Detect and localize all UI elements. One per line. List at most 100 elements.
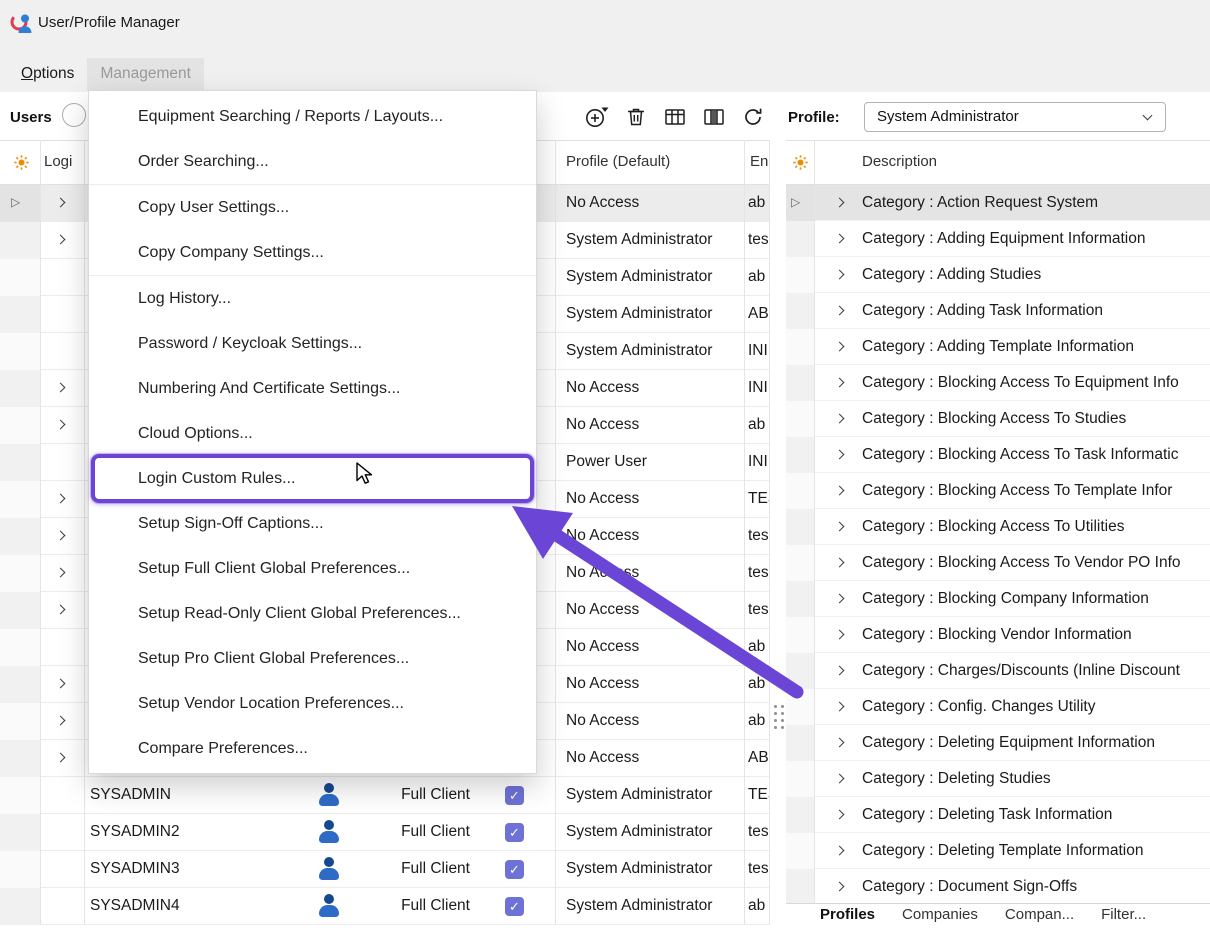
tree-row[interactable]: Category : Deleting Template Information [786, 833, 1210, 869]
expand-chevron-icon[interactable] [835, 270, 845, 280]
menu-item[interactable]: Setup Pro Client Global Preferences... [89, 636, 536, 681]
category-label: Category : Deleting Studies [862, 761, 1051, 796]
sun-settings-icon[interactable] [793, 155, 808, 175]
tree-row[interactable]: Category : Adding Template Information [786, 329, 1210, 365]
column-chooser-button[interactable] [701, 104, 727, 130]
expand-chevron-icon[interactable] [835, 558, 845, 568]
tab-compan[interactable]: Compan... [1005, 904, 1074, 933]
column-header-partial[interactable]: En [750, 153, 770, 170]
column-header-description[interactable]: Description [862, 153, 937, 170]
tree-row[interactable]: Category : Blocking Company Information [786, 581, 1210, 617]
expand-chevron-icon[interactable] [56, 679, 66, 689]
menu-options[interactable]: Options [8, 58, 87, 90]
menu-item[interactable]: Cloud Options... [89, 411, 536, 456]
tree-row[interactable]: Category : Blocking Access To Studies [786, 401, 1210, 437]
expand-chevron-icon[interactable] [835, 486, 845, 496]
menu-item[interactable]: Setup Read-Only Client Global Preference… [89, 591, 536, 636]
tree-row[interactable]: Category : Blocking Access To Vendor PO … [786, 545, 1210, 581]
tree-row[interactable]: Category : Deleting Studies [786, 761, 1210, 797]
tree-row[interactable]: Category : Blocking Vendor Information [786, 617, 1210, 653]
enabled-checkbox[interactable]: ✓ [505, 823, 524, 842]
tree-row[interactable]: Category : Adding Studies [786, 257, 1210, 293]
menu-item[interactable]: Setup Vendor Location Preferences... [89, 681, 536, 726]
refresh-button[interactable] [740, 104, 766, 130]
expand-chevron-icon[interactable] [835, 882, 845, 892]
menu-item[interactable]: Compare Preferences... [89, 726, 536, 771]
menu-item-highlighted[interactable]: Login Custom Rules... [89, 456, 536, 501]
tree-row[interactable]: Category : Deleting Task Information [786, 797, 1210, 833]
expand-chevron-icon[interactable] [56, 383, 66, 393]
enabled-checkbox[interactable]: ✓ [505, 897, 524, 916]
table-row[interactable]: SYSADMIN3Full Client✓System Administrato… [0, 851, 770, 888]
menu-management[interactable]: Management [87, 58, 203, 90]
menu-item[interactable]: Numbering And Certificate Settings... [89, 366, 536, 411]
tree-row[interactable]: Category : Blocking Access To Task Infor… [786, 437, 1210, 473]
expand-chevron-icon[interactable] [56, 716, 66, 726]
tab-profiles[interactable]: Profiles [820, 904, 875, 933]
tree-row[interactable]: Category : Adding Equipment Information [786, 221, 1210, 257]
expand-chevron-icon[interactable] [835, 198, 845, 208]
expand-chevron-icon[interactable] [835, 522, 845, 532]
expand-chevron-icon[interactable] [835, 666, 845, 676]
expand-chevron-icon[interactable] [835, 846, 845, 856]
menu-item[interactable]: Setup Sign-Off Captions... [89, 501, 536, 546]
table-row[interactable]: SYSADMIN2Full Client✓System Administrato… [0, 814, 770, 851]
tree-row[interactable]: Category : Deleting Equipment Informatio… [786, 725, 1210, 761]
menu-item[interactable]: Order Searching... [89, 139, 536, 184]
expand-chevron-icon[interactable] [56, 235, 66, 245]
expand-chevron-icon[interactable] [56, 753, 66, 763]
tree-row[interactable]: Category : Document Sign-Offs [786, 869, 1210, 903]
current-row-marker: ▷ [11, 195, 20, 209]
enabled-checkbox[interactable]: ✓ [505, 786, 524, 805]
drag-handle-icon[interactable] [774, 705, 784, 729]
column-header-login[interactable]: Logi [44, 153, 72, 170]
expand-chevron-icon[interactable] [56, 420, 66, 430]
delete-user-button[interactable] [623, 104, 649, 130]
tree-row[interactable]: ▷Category : Action Request System [786, 185, 1210, 221]
expand-chevron-icon[interactable] [56, 198, 66, 208]
expand-chevron-icon[interactable] [835, 342, 845, 352]
menu-item[interactable]: Copy Company Settings... [89, 230, 536, 275]
expand-chevron-icon[interactable] [56, 605, 66, 615]
column-chooser-icon [702, 105, 726, 129]
category-label: Category : Blocking Company Information [862, 581, 1149, 616]
expand-chevron-icon[interactable] [56, 568, 66, 578]
tab-companies[interactable]: Companies [902, 904, 978, 933]
tree-row[interactable]: Category : Config. Changes Utility [786, 689, 1210, 725]
add-user-button[interactable] [584, 104, 610, 130]
tree-row[interactable]: Category : Adding Task Information [786, 293, 1210, 329]
table-row[interactable]: SYSADMIN4Full Client✓System Administrato… [0, 888, 770, 925]
menu-item[interactable]: Copy User Settings... [89, 185, 536, 230]
expand-chevron-icon[interactable] [835, 738, 845, 748]
menu-item[interactable]: Equipment Searching / Reports / Layouts.… [89, 94, 536, 139]
expand-chevron-icon[interactable] [835, 594, 845, 604]
expand-chevron-icon[interactable] [56, 531, 66, 541]
tree-row[interactable]: Category : Charges/Discounts (Inline Dis… [786, 653, 1210, 689]
panel-splitter[interactable] [770, 140, 786, 925]
expand-chevron-icon[interactable] [835, 810, 845, 820]
expand-chevron-icon[interactable] [835, 702, 845, 712]
enabled-checkbox[interactable]: ✓ [505, 860, 524, 879]
circle-toggle[interactable] [62, 103, 86, 127]
grid-view-button[interactable] [662, 104, 688, 130]
profile-dropdown[interactable]: System Administrator [864, 102, 1166, 132]
table-row[interactable]: SYSADMINFull Client✓System Administrator… [0, 777, 770, 814]
expand-chevron-icon[interactable] [835, 774, 845, 784]
tree-row[interactable]: Category : Blocking Access To Equipment … [786, 365, 1210, 401]
tree-row[interactable]: Category : Blocking Access To Template I… [786, 473, 1210, 509]
expand-chevron-icon[interactable] [835, 378, 845, 388]
partial-cell: tes [748, 518, 770, 554]
expand-chevron-icon[interactable] [835, 234, 845, 244]
tab-filter[interactable]: Filter... [1101, 904, 1146, 933]
sun-settings-icon[interactable] [14, 155, 29, 175]
tree-row[interactable]: Category : Blocking Access To Utilities [786, 509, 1210, 545]
expand-chevron-icon[interactable] [835, 450, 845, 460]
expand-chevron-icon[interactable] [835, 414, 845, 424]
menu-item[interactable]: Setup Full Client Global Preferences... [89, 546, 536, 591]
expand-chevron-icon[interactable] [56, 494, 66, 504]
menu-item[interactable]: Log History... [89, 276, 536, 321]
expand-chevron-icon[interactable] [835, 630, 845, 640]
menu-item[interactable]: Password / Keycloak Settings... [89, 321, 536, 366]
column-header-profile-default[interactable]: Profile (Default) [566, 153, 670, 170]
expand-chevron-icon[interactable] [835, 306, 845, 316]
